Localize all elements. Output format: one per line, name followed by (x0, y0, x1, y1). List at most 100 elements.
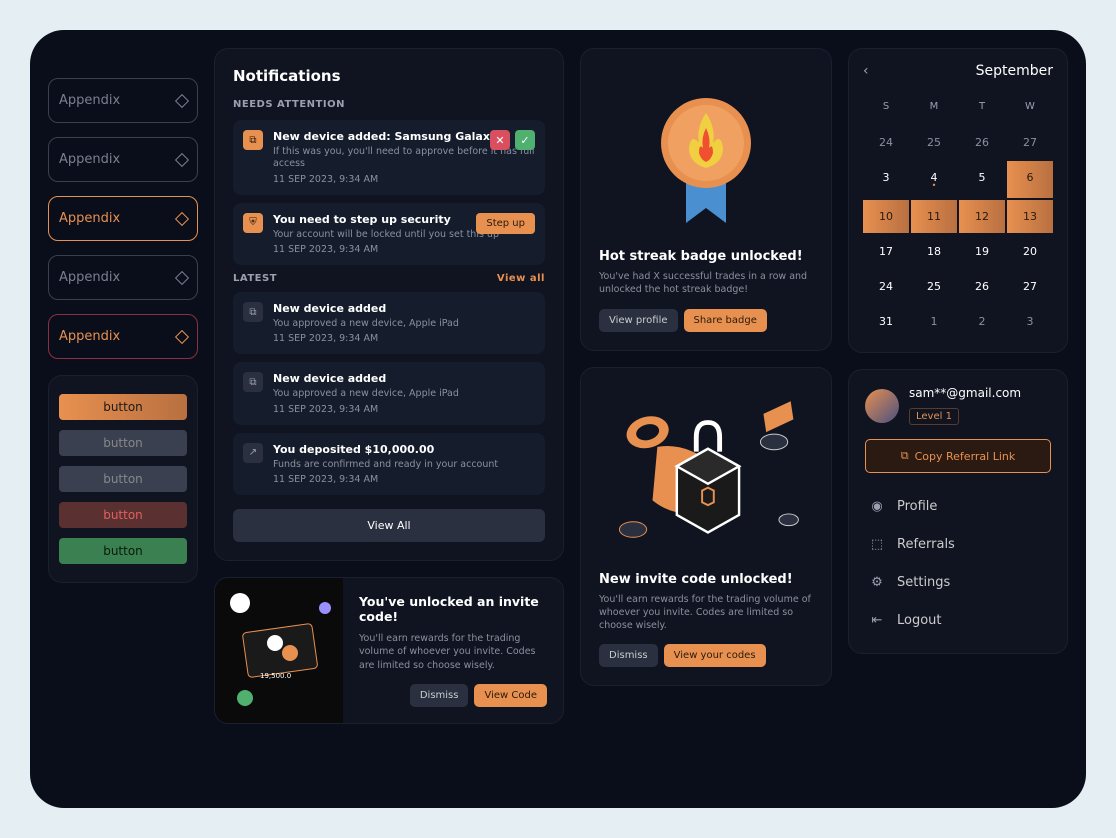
appendix-label: Appendix (59, 329, 120, 344)
avatar[interactable] (865, 389, 899, 423)
appendix-item[interactable]: Appendix (48, 314, 198, 359)
appendix-item-active[interactable]: Appendix (48, 196, 198, 241)
calendar-cell[interactable]: 24 (863, 270, 909, 303)
calendar-cell[interactable]: 11 (911, 200, 957, 233)
button-showcase: button button button button button (48, 375, 198, 583)
menu-profile[interactable]: ◉Profile (865, 489, 1051, 523)
calendar-cell[interactable]: 4 (911, 161, 957, 198)
diamond-icon (175, 152, 189, 166)
notification-desc: You approved a new device, Apple iPad (273, 318, 535, 330)
appendix-label: Appendix (59, 93, 120, 108)
button-primary[interactable]: button (59, 394, 187, 420)
appendix-label: Appendix (59, 152, 120, 167)
notification-item[interactable]: ⧉ New device added You approved a new de… (233, 292, 545, 354)
deposit-icon: ↗ (243, 443, 263, 463)
step-up-button[interactable]: Step up (476, 213, 535, 234)
button-success[interactable]: button (59, 538, 187, 564)
calendar-cell[interactable]: 20 (1007, 235, 1053, 268)
invite2-desc: You'll earn rewards for the trading volu… (599, 593, 813, 633)
calendar-cell[interactable]: 2 (959, 305, 1005, 338)
view-codes-button[interactable]: View your codes (664, 644, 766, 667)
reject-button[interactable]: ✕ (490, 130, 510, 150)
menu-label: Referrals (897, 537, 955, 552)
calendar-cell[interactable]: 3 (1007, 305, 1053, 338)
diamond-icon (175, 211, 189, 225)
calendar-cell[interactable]: 17 (863, 235, 909, 268)
button-danger[interactable]: button (59, 502, 187, 528)
notification-date: 11 SEP 2023, 9:34 AM (273, 244, 535, 255)
diamond-icon (175, 329, 189, 343)
notification-item[interactable]: ⛨ You need to step up security Your acco… (233, 203, 545, 265)
calendar-cell[interactable]: 27 (1007, 270, 1053, 303)
calendar-cell[interactable]: 19 (959, 235, 1005, 268)
appendix-label: Appendix (59, 270, 120, 285)
user-email: sam**@gmail.com (909, 386, 1051, 400)
calendar-day-header: T (959, 95, 1005, 118)
user-level-badge: Level 1 (909, 408, 959, 425)
invite-desc: You'll earn rewards for the trading volu… (359, 632, 547, 672)
hotstreak-desc: You've had X successful trades in a row … (599, 270, 813, 297)
view-code-button[interactable]: View Code (474, 684, 547, 707)
dismiss-button[interactable]: Dismiss (599, 644, 658, 667)
hotstreak-title: Hot streak badge unlocked! (599, 249, 813, 264)
lock-illustration (599, 386, 813, 566)
device-icon: ⧉ (243, 372, 263, 392)
badge-illustration (599, 67, 813, 239)
menu-label: Logout (897, 613, 942, 628)
notifications-panel: Notifications NEEDS ATTENTION ⧉ New devi… (214, 48, 564, 561)
calendar-cell[interactable]: 18 (911, 235, 957, 268)
calendar-cell[interactable]: 3 (863, 161, 909, 198)
dismiss-button[interactable]: Dismiss (410, 684, 469, 707)
calendar-grid: 24 25 26 27 3 4 5 6 10 11 12 13 17 18 19… (863, 126, 1053, 338)
share-badge-button[interactable]: Share badge (684, 309, 767, 332)
calendar-cell[interactable]: 27 (1007, 126, 1053, 159)
notification-item[interactable]: ⧉ New device added You approved a new de… (233, 362, 545, 424)
profile-panel: sam**@gmail.com Level 1 ⧉ Copy Referral … (848, 369, 1068, 654)
copy-referral-button[interactable]: ⧉ Copy Referral Link (865, 439, 1051, 473)
gear-icon: ⚙ (869, 574, 885, 590)
calendar-cell[interactable]: 5 (959, 161, 1005, 198)
latest-header: LATEST (233, 273, 277, 284)
calendar-cell[interactable]: 26 (959, 126, 1005, 159)
menu-label: Profile (897, 499, 937, 514)
calendar-day-header: M (911, 95, 957, 118)
appendix-item[interactable]: Appendix (48, 78, 198, 123)
invite-title: You've unlocked an invite code! (359, 594, 547, 624)
hotstreak-card: Hot streak badge unlocked! You've had X … (580, 48, 832, 351)
appendix-item[interactable]: Appendix (48, 255, 198, 300)
notification-item[interactable]: ⧉ New device added: Samsung Galaxy If th… (233, 120, 545, 195)
calendar-day-header: W (1007, 95, 1053, 118)
calendar-cell[interactable]: 25 (911, 270, 957, 303)
appendix-list: Appendix Appendix Appendix Appendix Appe… (48, 48, 198, 359)
notification-date: 11 SEP 2023, 9:34 AM (273, 404, 535, 415)
menu-settings[interactable]: ⚙Settings (865, 565, 1051, 599)
calendar-cell[interactable]: 10 (863, 200, 909, 233)
calendar-cell[interactable]: 13 (1007, 200, 1053, 233)
calendar-cell[interactable]: 6 (1007, 161, 1053, 198)
notification-desc: You approved a new device, Apple iPad (273, 388, 535, 400)
calendar-cell[interactable]: 1 (911, 305, 957, 338)
diamond-icon (175, 270, 189, 284)
calendar-cell[interactable]: 25 (911, 126, 957, 159)
notification-item[interactable]: ↗ You deposited $10,000.00 Funds are con… (233, 433, 545, 495)
calendar-widget: ‹ September S M T W 24 25 26 27 3 4 5 6 … (848, 48, 1068, 353)
view-profile-button[interactable]: View profile (599, 309, 678, 332)
calendar-cell[interactable]: 26 (959, 270, 1005, 303)
calendar-cell[interactable]: 12 (959, 200, 1005, 233)
approve-button[interactable]: ✓ (515, 130, 535, 150)
button-secondary[interactable]: button (59, 466, 187, 492)
button-secondary[interactable]: button (59, 430, 187, 456)
chevron-left-icon[interactable]: ‹ (863, 63, 869, 79)
calendar-cell[interactable]: 24 (863, 126, 909, 159)
notification-date: 11 SEP 2023, 9:34 AM (273, 174, 535, 185)
menu-referrals[interactable]: ⬚Referrals (865, 527, 1051, 561)
logout-icon: ⇤ (869, 612, 885, 628)
view-all-link[interactable]: View all (497, 273, 545, 284)
view-all-button[interactable]: View All (233, 509, 545, 542)
appendix-item[interactable]: Appendix (48, 137, 198, 182)
appendix-label: Appendix (59, 211, 120, 226)
calendar-cell[interactable]: 31 (863, 305, 909, 338)
notification-title: You deposited $10,000.00 (273, 443, 535, 456)
menu-logout[interactable]: ⇤ Logout (865, 603, 1051, 637)
device-icon: ⧉ (243, 130, 263, 150)
